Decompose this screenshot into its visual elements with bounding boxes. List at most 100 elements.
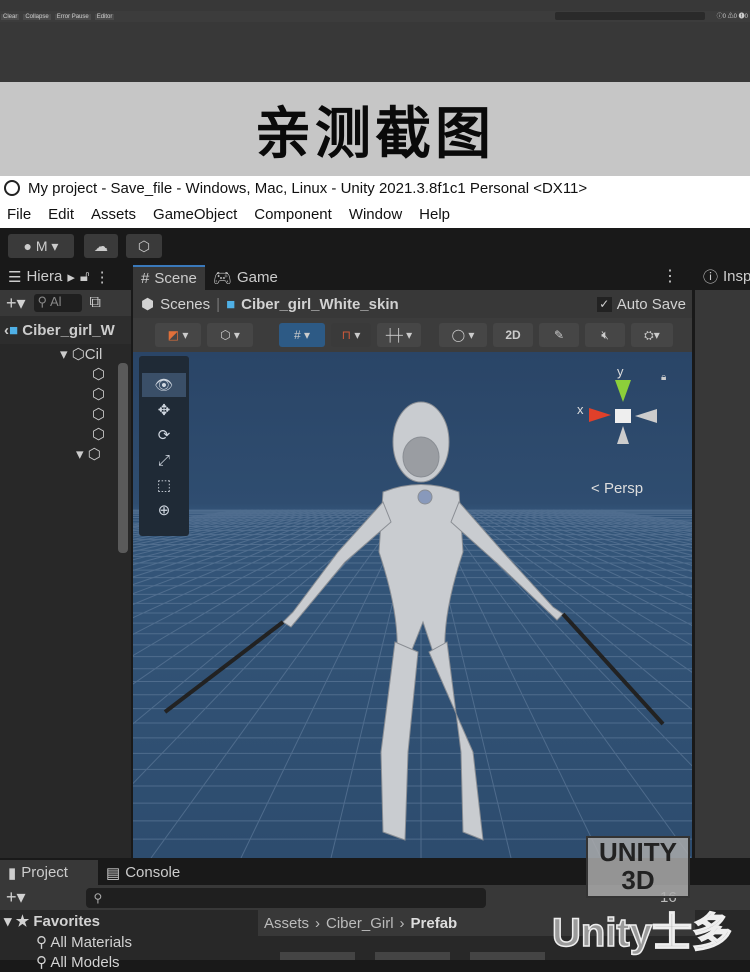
console-search-input[interactable] <box>555 12 705 20</box>
breadcrumb-prefab[interactable]: Ciber_girl_White_skin <box>241 296 399 313</box>
tree-item[interactable]: ⬡ <box>0 384 131 404</box>
2d-toggle[interactable]: 2D <box>493 323 533 347</box>
menu-help[interactable]: Help <box>419 206 450 223</box>
hierarchy-search-input[interactable]: ⚲ Al <box>33 294 82 312</box>
favorite-all-materials[interactable]: ⚲ All Materials <box>0 932 258 952</box>
tree-item[interactable]: ⬡ <box>0 404 131 424</box>
lock-icon[interactable]: 🔒︎ <box>661 372 666 383</box>
tab-game[interactable]: 🎮︎ Game <box>205 265 286 290</box>
eye-icon: 👁︎ <box>154 377 174 394</box>
tab-console[interactable]: ▤ Console <box>98 860 188 885</box>
asset-thumbnail[interactable] <box>280 952 355 960</box>
add-button[interactable]: +▾ <box>6 293 26 314</box>
unity-logo-icon <box>4 180 20 196</box>
list-icon: ☰ <box>8 268 22 286</box>
x-axis-cone[interactable] <box>589 408 611 422</box>
tab-scene[interactable]: # Scene <box>133 265 205 290</box>
collapse-button[interactable]: Collapse <box>23 13 51 20</box>
center-cube[interactable] <box>615 409 631 423</box>
tree-root-item[interactable]: ‹ ■ Ciber_girl_W <box>0 316 131 344</box>
account-button[interactable]: ● M ▾ <box>8 234 74 258</box>
more-icon[interactable]: ⋮ <box>648 266 692 290</box>
projection-toggle[interactable]: < Persp <box>591 480 643 497</box>
menu-bar: File Edit Assets GameObject Component Wi… <box>0 200 750 228</box>
draw-mode-icon: ◩ <box>167 328 179 342</box>
character-model <box>282 401 564 841</box>
y-axis-cone[interactable] <box>615 380 631 402</box>
hierarchy-panel: ☰ Hiera ▸ 🔓︎ ⋮ +▾ ⚲ Al ⧉ ‹ ■ Ciber_girl_W … <box>0 263 131 858</box>
menu-component[interactable]: Component <box>254 206 332 223</box>
cloud-icon: ☁ <box>94 237 108 254</box>
scene-viewport[interactable]: 👁︎ ✥ ⟳ ⤢ ⬚ ⊕ y x < Persp 🔒︎ <box>133 352 692 858</box>
checkbox-checked-icon[interactable]: ✓ <box>596 296 612 312</box>
view-tool[interactable]: 👁︎ <box>142 373 186 397</box>
rotate-icon: ⟳ <box>157 427 171 444</box>
prefab-icon: ■ <box>226 295 236 313</box>
favorites-tree: ▾ ★ Favorites ⚲ All Materials ⚲ All Mode… <box>0 910 258 971</box>
lighting-toggle[interactable]: ✎ <box>539 323 579 347</box>
grid-icon: # <box>141 270 150 287</box>
transform-icon: ⊕ <box>157 502 171 519</box>
shading-dropdown[interactable]: ◯ ▾ <box>439 323 487 347</box>
menu-window[interactable]: Window <box>349 206 402 223</box>
menu-file[interactable]: File <box>7 206 31 223</box>
create-button[interactable]: +▾ <box>6 887 26 908</box>
rotate-tool[interactable]: ⟳ <box>142 423 186 447</box>
lock-icon[interactable]: 🔓︎ <box>80 268 90 285</box>
neg-x-cone[interactable] <box>635 409 657 423</box>
clear-button[interactable]: Clear <box>1 13 20 20</box>
collab-icon: ⬡ <box>137 237 151 254</box>
console-counts: ⓘ0 ⚠0 ❶0 <box>716 14 748 20</box>
effects-dropdown[interactable]: ⛭ ▾ <box>631 323 673 347</box>
expand-icon[interactable]: ⧉ <box>90 294 101 312</box>
rect-tool[interactable]: ⬚ <box>142 473 186 497</box>
collab-button[interactable]: ⬡ <box>126 234 162 258</box>
editor-dropdown[interactable]: Editor <box>94 13 115 20</box>
breadcrumb-prefab[interactable]: Prefab <box>411 915 458 932</box>
breadcrumb-ciber-girl[interactable]: Ciber_Girl <box>326 915 394 932</box>
breadcrumb-scenes[interactable]: Scenes <box>160 296 210 313</box>
tree-item[interactable]: ⬡ <box>0 364 131 384</box>
move-tool[interactable]: ✥ <box>142 398 186 422</box>
move-icon: ✥ <box>157 402 171 419</box>
tree-item[interactable]: ▾ ⬡ <box>0 444 131 464</box>
favorite-all-models[interactable]: ⚲ All Models <box>0 952 258 972</box>
error-pause-button[interactable]: Error Pause <box>54 13 91 20</box>
sphere-icon: ◯ <box>451 328 466 342</box>
tab-inspector[interactable]: ⓘ Insp <box>695 264 750 289</box>
orientation-gizmo[interactable]: y x < Persp 🔒︎ <box>573 362 673 497</box>
ruler-dropdown[interactable]: ┼┼ ▾ <box>377 323 421 347</box>
scale-icon: ⤢ <box>157 451 170 469</box>
bulb-icon: ✎ <box>553 328 565 342</box>
tree-item[interactable]: ▾ ⬡ Cil <box>0 344 131 364</box>
neg-y-cone[interactable] <box>617 426 629 444</box>
scale-tool[interactable]: ⤢ <box>142 448 186 472</box>
tab-hierarchy[interactable]: ☰ Hiera ▸ 🔓︎ ⋮ <box>0 264 118 289</box>
render-mode-dropdown[interactable]: ⬡ ▾ <box>207 323 253 347</box>
menu-edit[interactable]: Edit <box>48 206 74 223</box>
main-toolbar: ● M ▾ ☁ ⬡ <box>0 228 750 263</box>
favorites-item[interactable]: ▾ ★ Favorites <box>0 910 258 932</box>
mute-icon: 🔇︎ <box>601 327 609 342</box>
rect-icon: ⬚ <box>156 477 172 494</box>
hierarchy-scrollbar[interactable] <box>118 363 128 553</box>
window-title: My project - Save_file - Windows, Mac, L… <box>28 179 588 197</box>
asset-thumbnail[interactable] <box>470 952 545 960</box>
menu-gameobject[interactable]: GameObject <box>153 206 237 223</box>
auto-save-toggle[interactable]: ✓ Auto Save <box>596 296 692 313</box>
transform-tool[interactable]: ⊕ <box>142 498 186 522</box>
draw-mode-dropdown[interactable]: ◩ ▾ <box>155 323 201 347</box>
cloud-button[interactable]: ☁ <box>84 234 118 258</box>
tab-project[interactable]: ▮ Project <box>0 860 98 885</box>
folder-icon: ▮ <box>8 864 17 882</box>
grid-snap-dropdown[interactable]: # ▾ <box>279 323 325 347</box>
breadcrumb-assets[interactable]: Assets <box>264 915 309 932</box>
asset-thumbnail[interactable] <box>375 952 450 960</box>
watermark-logo: UNITY 3D Unity士多 <box>551 836 733 956</box>
console-panel: Console Clear Collapse Error Pause Edito… <box>0 0 750 82</box>
snap-increment-dropdown[interactable]: ⊓ ▾ <box>331 323 371 347</box>
tree-item[interactable]: ⬡ <box>0 424 131 444</box>
audio-toggle[interactable]: 🔇︎ <box>585 323 625 347</box>
project-search-input[interactable]: ⚲ <box>85 887 486 908</box>
menu-assets[interactable]: Assets <box>91 206 136 223</box>
